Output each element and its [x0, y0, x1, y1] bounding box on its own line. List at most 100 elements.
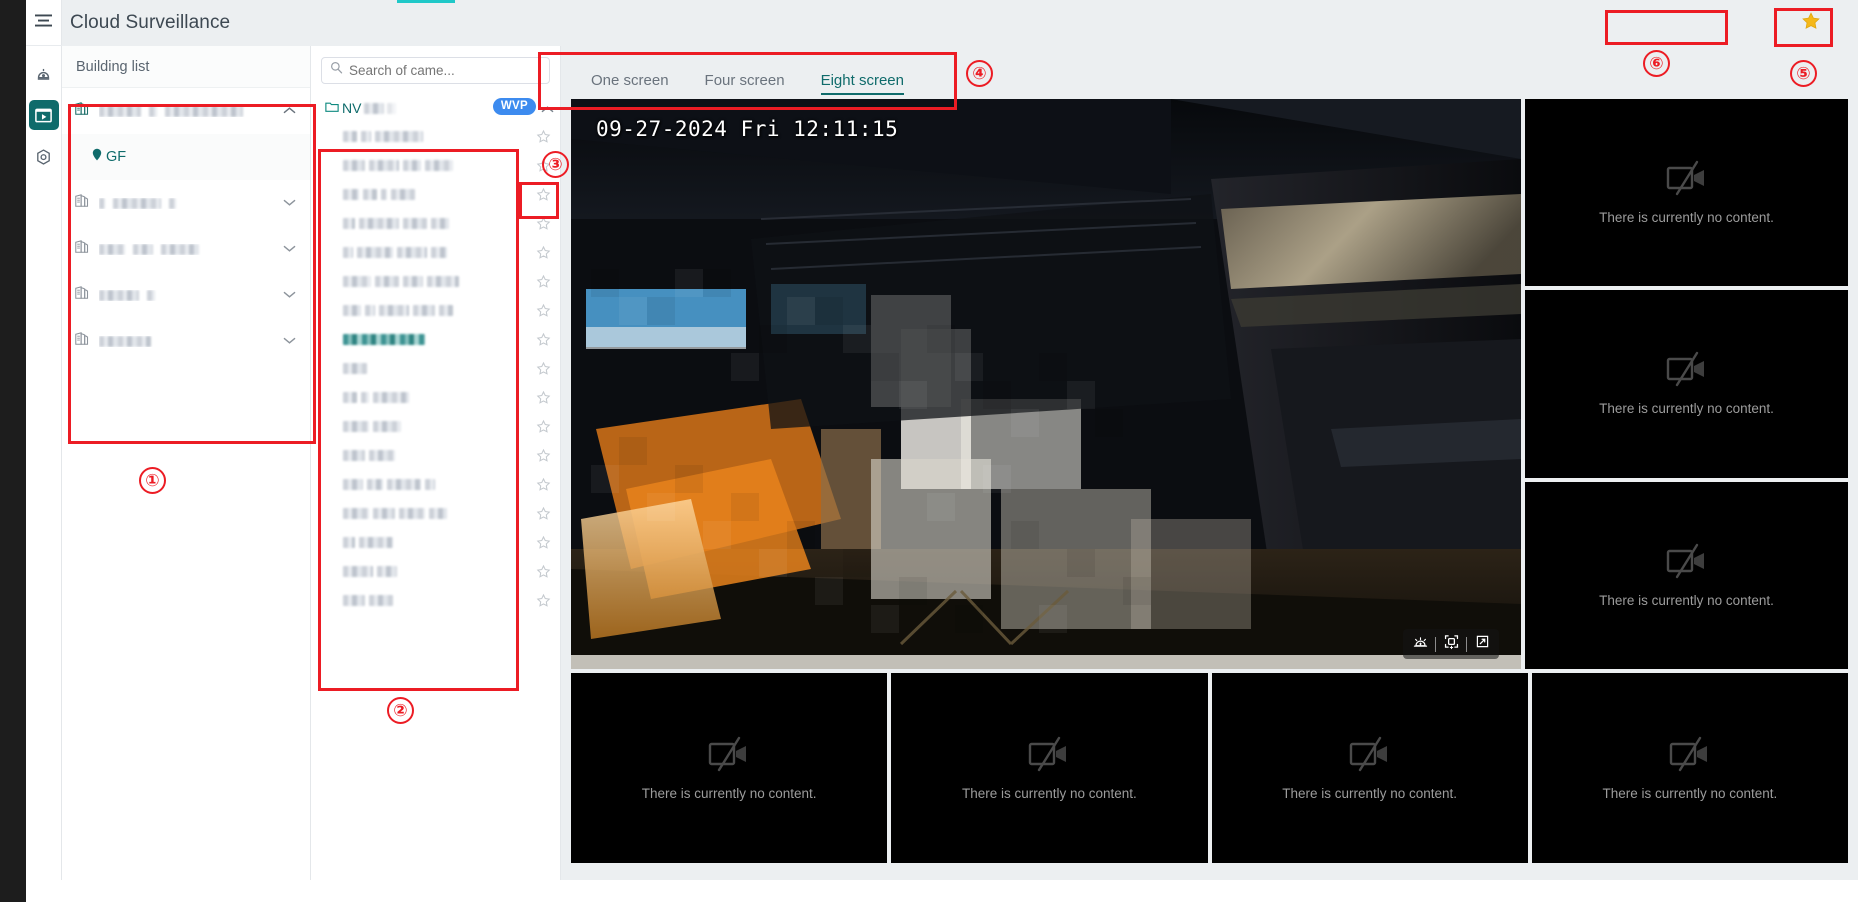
camera-list-item[interactable]: [311, 383, 560, 412]
empty-video-cell[interactable]: There is currently no content.: [1211, 673, 1528, 863]
camera-off-icon: [1029, 736, 1067, 771]
building-list-item[interactable]: [62, 88, 310, 134]
chevron-down-icon[interactable]: [283, 286, 296, 304]
camera-list-item[interactable]: [311, 238, 560, 267]
empty-video-cell[interactable]: There is currently no content.: [1531, 673, 1848, 863]
chevron-up-icon[interactable]: [541, 101, 554, 119]
redacted-text: [343, 334, 425, 345]
star-outline-icon[interactable]: [532, 390, 554, 405]
redacted-text: [99, 335, 151, 347]
redacted-text: [343, 450, 365, 461]
redacted-text: [359, 537, 393, 548]
empty-video-cell[interactable]: There is currently no content.: [891, 673, 1208, 863]
empty-video-cell[interactable]: There is currently no content.: [571, 673, 888, 863]
star-outline-icon[interactable]: [532, 303, 554, 318]
star-outline-icon[interactable]: [532, 448, 554, 463]
building-list-rows: GF: [62, 88, 310, 364]
hamburger-menu-button[interactable]: [25, 0, 62, 46]
empty-video-message: There is currently no content.: [1282, 785, 1458, 801]
camera-list-item[interactable]: [311, 499, 560, 528]
tab-eight-screen[interactable]: Eight screen: [803, 72, 922, 99]
star-outline-icon[interactable]: [532, 506, 554, 521]
building-list-panel: Building list GF: [62, 46, 311, 880]
camera-list-item[interactable]: [311, 180, 560, 209]
camera-list-item[interactable]: [311, 151, 560, 180]
star-outline-icon[interactable]: [532, 274, 554, 289]
building-list-item[interactable]: [62, 318, 310, 364]
icon-rail: [25, 0, 62, 902]
building-name: [99, 197, 274, 209]
redacted-text: [99, 289, 139, 301]
redacted-text: [113, 197, 161, 209]
building-floor-item[interactable]: GF: [62, 134, 310, 180]
star-outline-icon[interactable]: [532, 419, 554, 434]
star-outline-icon[interactable]: [532, 593, 554, 608]
camera-list-item[interactable]: [311, 470, 560, 499]
empty-video-cell[interactable]: There is currently no content.: [1525, 99, 1848, 287]
camera-list-item[interactable]: [311, 354, 560, 383]
camera-name: [343, 450, 528, 461]
empty-video-message: There is currently no content.: [1599, 401, 1774, 417]
rail-item-surveillance[interactable]: [28, 100, 59, 130]
star-outline-icon[interactable]: [532, 477, 554, 492]
camera-list-item[interactable]: [311, 586, 560, 615]
empty-video-cell[interactable]: There is currently no content.: [1525, 290, 1848, 478]
star-outline-icon[interactable]: [532, 535, 554, 550]
camera-name: [343, 131, 528, 142]
redacted-text: [357, 247, 393, 258]
camera-list-item[interactable]: [311, 209, 560, 238]
camera-rows: [311, 122, 560, 615]
snapshot-button[interactable]: [1436, 632, 1466, 656]
redacted-text: [403, 160, 421, 171]
star-outline-icon[interactable]: [532, 129, 554, 144]
camera-list-item[interactable]: [311, 412, 560, 441]
star-outline-icon[interactable]: [532, 187, 554, 202]
building-list-item[interactable]: [62, 226, 310, 272]
star-outline-icon[interactable]: [532, 216, 554, 231]
camera-search-wrap: [311, 46, 560, 88]
favorites-star-button[interactable]: [1786, 7, 1836, 39]
chevron-up-icon[interactable]: [283, 102, 296, 120]
empty-video-cell[interactable]: There is currently no content.: [1525, 481, 1848, 669]
redacted-text: [399, 508, 425, 519]
alarm-trigger-button[interactable]: [1405, 632, 1435, 656]
rail-item-settings[interactable]: [29, 142, 59, 172]
rail-item-alarm[interactable]: [29, 58, 59, 88]
star-outline-icon[interactable]: [532, 564, 554, 579]
star-outline-icon[interactable]: [532, 361, 554, 376]
fullscreen-button[interactable]: [1467, 632, 1497, 656]
camera-list-item[interactable]: [311, 267, 560, 296]
star-outline-icon[interactable]: [532, 158, 554, 173]
chevron-down-icon[interactable]: [283, 332, 296, 350]
camera-search-box[interactable]: [321, 56, 550, 84]
empty-video-message: There is currently no content.: [1599, 592, 1774, 608]
chevron-down-icon[interactable]: [283, 194, 296, 212]
tab-four-screen[interactable]: Four screen: [687, 72, 803, 99]
camera-list-item[interactable]: [311, 441, 560, 470]
camera-search-input[interactable]: [349, 62, 541, 78]
camera-list-item[interactable]: [311, 557, 560, 586]
redacted-text: [397, 247, 427, 258]
header-blank-region: [1624, 9, 1734, 35]
tab-one-screen[interactable]: One screen: [573, 72, 687, 99]
camera-list-item[interactable]: [311, 528, 560, 557]
camera-name: [343, 160, 528, 171]
camera-off-icon: [1669, 736, 1707, 771]
star-outline-icon[interactable]: [532, 332, 554, 347]
redacted-text: [343, 595, 365, 606]
building-list-item[interactable]: [62, 272, 310, 318]
video-area: One screen Four screen Eight screen 09-2…: [561, 46, 1858, 880]
live-video-cell[interactable]: 09-27-2024 Fri 12:11:15: [571, 99, 1521, 669]
page-title: Cloud Surveillance: [70, 12, 231, 33]
building-list-item[interactable]: [62, 180, 310, 226]
camera-list-item[interactable]: [311, 122, 560, 151]
star-outline-icon[interactable]: [532, 245, 554, 260]
chevron-down-icon[interactable]: [283, 240, 296, 258]
camera-list-item[interactable]: [311, 296, 560, 325]
camera-group-header[interactable]: NV WVP: [311, 94, 560, 122]
redacted-text: [431, 218, 449, 229]
redacted-text: [365, 305, 375, 316]
camera-list-item[interactable]: [311, 325, 560, 354]
redacted-text: [343, 276, 371, 287]
camera-off-icon: [1664, 543, 1710, 584]
